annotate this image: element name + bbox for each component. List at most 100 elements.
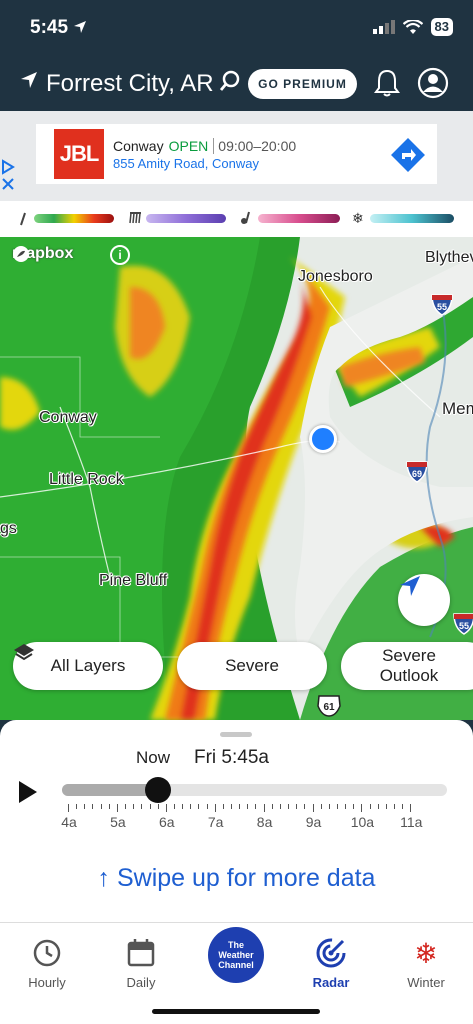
mix-scale: [146, 214, 226, 223]
ad-open-status: OPEN: [168, 138, 209, 154]
timeline-tick: [100, 804, 102, 809]
location-arrow-icon[interactable]: [20, 71, 38, 89]
all-layers-label: All Layers: [50, 656, 126, 675]
ad-hours: 09:00–20:00: [213, 138, 297, 154]
tab-winter-label: Winter: [407, 975, 445, 990]
timeline-tick: [206, 804, 208, 809]
timeline-tick: [125, 804, 127, 809]
city-label: Conway: [39, 409, 97, 426]
radar-icon: [316, 938, 346, 968]
calendar-icon: [127, 939, 155, 967]
city-label: Pine Bluff: [99, 572, 168, 589]
timeline-tick: [239, 804, 241, 809]
search-icon[interactable]: [219, 70, 241, 94]
timeline-slider[interactable]: [62, 777, 447, 803]
ad-banner-area: JBL Conway OPEN 09:00–20:00 855 Amity Road…: [0, 111, 473, 201]
timeline-thumb[interactable]: [145, 777, 172, 803]
shield-number: 69: [412, 469, 422, 479]
rain-icon: [20, 212, 26, 226]
status-indicators: 83: [372, 18, 453, 36]
recenter-button[interactable]: [398, 574, 450, 626]
timeline-tick: [377, 804, 379, 809]
timeline-tick: [410, 804, 412, 812]
timeline-tick: [279, 804, 281, 809]
interstate-shield-icon: 55: [453, 613, 473, 635]
timeline-tick: [141, 804, 143, 809]
status-time: 5:45: [30, 17, 87, 39]
wifi-icon: [402, 19, 423, 34]
timeline-tick: [190, 804, 192, 809]
tab-winter[interactable]: ❄ Winter: [386, 935, 466, 991]
ice-scale: [258, 214, 340, 223]
cellular-signal-icon: [372, 20, 395, 34]
current-location-marker: [309, 425, 337, 453]
app-header: 5:45 83 Forrest City, AR GO PREMIUM: [0, 0, 473, 111]
weather-channel-logo-button[interactable]: The Weather Channel: [208, 927, 264, 983]
go-premium-button[interactable]: GO PREMIUM: [248, 69, 357, 99]
all-layers-button[interactable]: All Layers: [13, 642, 163, 690]
navigation-arrow-icon: [400, 576, 420, 596]
layers-icon: [14, 644, 34, 661]
timeline-tick: [336, 804, 338, 809]
shield-number: 55: [459, 621, 469, 631]
timeline-tick: [182, 804, 184, 809]
timeline-tick: [92, 804, 94, 809]
timeline-hour-label: 8a: [256, 814, 273, 830]
timeline-tick: [255, 804, 257, 809]
timeline-tick: [271, 804, 273, 809]
tab-daily[interactable]: Daily: [101, 935, 181, 990]
timeline-tick: [108, 804, 110, 809]
snow-icon: ❄: [352, 210, 364, 226]
ad-address: 855 Amity Road, Conway: [113, 156, 259, 171]
timeline-tick: [369, 804, 371, 809]
timeline-tick: [247, 804, 249, 809]
tab-hourly[interactable]: Hourly: [7, 935, 87, 990]
timeline-tick: [320, 804, 322, 809]
timeline-tick: [353, 804, 355, 809]
swipe-up-prompt[interactable]: ↑ Swipe up for more data: [0, 864, 473, 893]
location-title[interactable]: Forrest City, AR: [46, 70, 214, 98]
sheet-drag-handle[interactable]: [220, 732, 252, 737]
timeline-tick: [345, 804, 347, 809]
us-route-shield-icon: 61: [317, 695, 341, 717]
timeline-progress: [62, 784, 159, 796]
map-info-icon[interactable]: i: [110, 245, 130, 265]
weather-channel-logo-text: The Weather Channel: [218, 940, 254, 970]
location-bar: Forrest City, AR GO PREMIUM: [0, 62, 473, 106]
severe-layer-button[interactable]: Severe: [177, 642, 327, 690]
timeline-hour-label: 7a: [207, 814, 224, 830]
shield-number: 55: [437, 302, 447, 312]
clock-icon: [33, 939, 61, 967]
severe-outlook-button[interactable]: Severe Outlook: [341, 642, 473, 690]
city-label: Blythev: [425, 249, 473, 266]
timeline-tick: [288, 804, 290, 809]
timeline-tick: [402, 804, 404, 809]
ad-banner[interactable]: JBL Conway OPEN 09:00–20:00 855 Amity Road…: [1, 124, 437, 190]
radar-map[interactable]: mapbox i Jonesboro Blythev Mem Conway Li…: [0, 237, 473, 720]
timeline-sheet[interactable]: Now Fri 5:45a 4a 5a 6a 7a 8a 9a 10a 11a ↑ Swipe…: [0, 720, 473, 922]
directions-icon[interactable]: [390, 137, 426, 173]
timeline-tick: [312, 804, 314, 812]
severe-outlook-label: Severe Outlook: [379, 646, 439, 685]
interstate-shield-icon: 55: [431, 294, 453, 316]
bell-icon[interactable]: [373, 68, 401, 98]
ad-choices-icon[interactable]: [0, 159, 18, 191]
shield-number: 61: [323, 702, 335, 713]
tab-radar-label: Radar: [312, 975, 350, 990]
timeline-tick: [165, 804, 167, 812]
bottom-tab-bar: Hourly Daily The Weather Channel Radar ❄…: [0, 922, 473, 1024]
now-label: Now: [136, 748, 171, 767]
timeline-tick: [198, 804, 200, 809]
timeline-tick: [133, 804, 135, 809]
tab-hourly-label: Hourly: [28, 975, 66, 990]
battery-indicator: 83: [430, 18, 453, 36]
play-icon[interactable]: [18, 780, 38, 804]
tab-radar[interactable]: Radar: [291, 935, 371, 990]
severe-layer-label: Severe: [225, 656, 279, 675]
timeline-tick: [157, 804, 159, 809]
account-icon[interactable]: [417, 67, 449, 99]
city-label: Mem: [442, 399, 473, 418]
home-indicator: [152, 1009, 320, 1014]
timeline-tick: [222, 804, 224, 809]
timeline-tick: [214, 804, 216, 812]
